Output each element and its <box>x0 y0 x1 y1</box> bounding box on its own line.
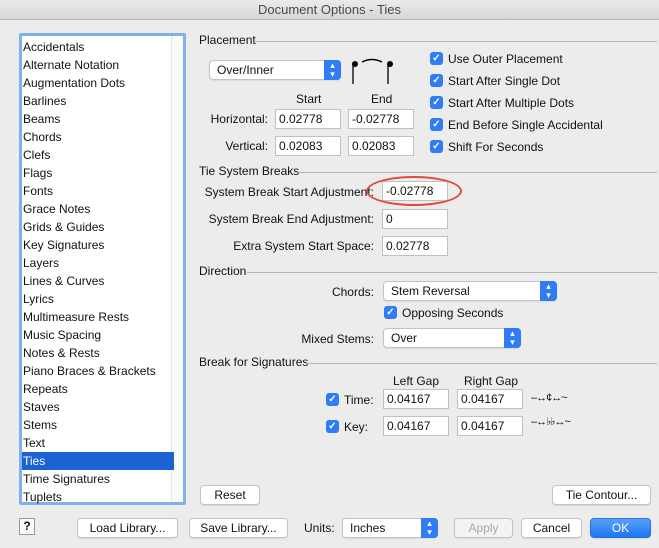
placement-divider <box>255 41 657 42</box>
horizontal-end-field[interactable]: -0.02778 <box>348 109 414 129</box>
mixed-stems-popup[interactable]: Over ▴ ▾ <box>383 328 521 348</box>
sidebar-item-piano-braces-brackets[interactable]: Piano Braces & Brackets <box>22 362 174 380</box>
sidebar-item-chords[interactable]: Chords <box>22 128 174 146</box>
vertical-end-field[interactable]: 0.02083 <box>348 136 414 156</box>
placement-checkbox[interactable]: ✓ <box>430 96 443 109</box>
opposing-seconds-label: Opposing Seconds <box>402 306 504 320</box>
time-checkbox[interactable]: ✓ <box>326 393 339 406</box>
title-bar: Document Options - Ties <box>0 0 659 20</box>
sidebar-item-lyrics[interactable]: Lyrics <box>22 290 174 308</box>
sidebar-item-tuplets[interactable]: Tuplets <box>22 488 174 506</box>
sidebar-item-layers[interactable]: Layers <box>22 254 174 272</box>
direction-section-title: Direction <box>199 264 247 278</box>
mixed-stems-popup-value: Over <box>391 331 418 345</box>
key-left-gap-field[interactable]: 0.04167 <box>383 416 449 436</box>
sidebar-item-barlines[interactable]: Barlines <box>22 92 174 110</box>
placement-checkbox-label: Shift For Seconds <box>448 140 544 154</box>
sidebar-item-repeats[interactable]: Repeats <box>22 380 174 398</box>
highlight-circle <box>366 176 462 206</box>
sidebar-item-text[interactable]: Text <box>22 434 174 452</box>
sidebar-item-flags[interactable]: Flags <box>22 164 174 182</box>
save-library-button[interactable]: Save Library... <box>189 518 288 538</box>
sidebar-item-time-signatures[interactable]: Time Signatures <box>22 470 174 488</box>
help-button[interactable]: ? <box>19 518 35 535</box>
sidebar-item-key-signatures[interactable]: Key Signatures <box>22 236 174 254</box>
sidebar-item-clefs[interactable]: Clefs <box>22 146 174 164</box>
sidebar-item-fonts[interactable]: Fonts <box>22 182 174 200</box>
apply-button[interactable]: Apply <box>454 518 513 538</box>
time-signature-gap-icon: –↔¢↔~ <box>531 392 568 404</box>
sidebar-item-stems[interactable]: Stems <box>22 416 174 434</box>
placement-popup-value: Over/Inner <box>217 63 274 77</box>
horizontal-start-field[interactable]: 0.02778 <box>275 109 341 129</box>
sidebar-item-accidentals[interactable]: Accidentals <box>22 38 174 56</box>
key-signature-gap-icon: –↔♭♭↔~ <box>531 416 571 428</box>
direction-divider <box>247 272 657 273</box>
cancel-button[interactable]: Cancel <box>521 518 582 538</box>
breaks-divider <box>298 172 657 173</box>
key-checkbox[interactable]: ✓ <box>326 420 339 433</box>
sidebar-item-lines-curves[interactable]: Lines & Curves <box>22 272 174 290</box>
sidebar-item-notes-rests[interactable]: Notes & Rests <box>22 344 174 362</box>
tie-contour-button[interactable]: Tie Contour... <box>552 485 651 505</box>
placement-section-title: Placement <box>199 33 256 47</box>
break-start-label: System Break Start Adjustment: <box>204 185 374 199</box>
sidebar-item-augmentation-dots[interactable]: Augmentation Dots <box>22 74 174 92</box>
right-gap-header: Right Gap <box>464 374 519 388</box>
placement-checkbox[interactable]: ✓ <box>430 52 443 65</box>
chords-popup-value: Stem Reversal <box>391 284 470 298</box>
reset-button[interactable]: Reset <box>200 485 260 505</box>
opposing-seconds-checkbox[interactable]: ✓ <box>384 306 397 319</box>
chords-label: Chords: <box>331 285 374 299</box>
sidebar-item-ties[interactable]: Ties <box>22 452 174 470</box>
placement-checkbox-label: Start After Single Dot <box>448 74 561 88</box>
break-end-field[interactable]: 0 <box>382 209 448 229</box>
end-header: End <box>371 92 393 106</box>
breaks-section-title: Tie System Breaks <box>199 164 300 178</box>
category-list[interactable]: Accidentals Alternate Notation Augmentatio… <box>19 33 186 505</box>
units-label: Units: <box>304 521 335 535</box>
ok-button[interactable]: OK <box>590 518 651 538</box>
units-popup[interactable]: Inches ▴ ▾ <box>342 518 438 538</box>
mixed-stems-label: Mixed Stems: <box>301 332 374 346</box>
signatures-section-title: Break for Signatures <box>199 355 309 369</box>
break-end-label: System Break End Adjustment: <box>208 212 374 226</box>
vertical-label: Vertical: <box>225 139 268 153</box>
placement-checkbox-label: Start After Multiple Dots <box>448 96 575 110</box>
tie-preview-icon <box>352 58 393 84</box>
placement-checkbox-label: Use Outer Placement <box>448 52 563 66</box>
placement-checkbox[interactable]: ✓ <box>430 118 443 131</box>
vertical-start-field[interactable]: 0.02083 <box>275 136 341 156</box>
placement-checkbox[interactable]: ✓ <box>430 140 443 153</box>
start-header: Start <box>296 92 322 106</box>
sidebar-item-beams[interactable]: Beams <box>22 110 174 128</box>
time-left-gap-field[interactable]: 0.04167 <box>383 389 449 409</box>
signatures-divider <box>306 363 657 364</box>
key-right-gap-field[interactable]: 0.04167 <box>457 416 523 436</box>
horizontal-label: Horizontal: <box>210 112 268 126</box>
time-right-gap-field[interactable]: 0.04167 <box>457 389 523 409</box>
left-gap-header: Left Gap <box>393 374 440 388</box>
chords-popup[interactable]: Stem Reversal ▴ ▾ <box>383 281 557 301</box>
popup-arrows-icon: ▴ ▾ <box>540 281 557 301</box>
key-label: Key: <box>344 420 369 434</box>
placement-checkbox[interactable]: ✓ <box>430 74 443 87</box>
sidebar-item-grace-notes[interactable]: Grace Notes <box>22 200 174 218</box>
extra-space-field[interactable]: 0.02778 <box>382 236 448 256</box>
sidebar-item-grids-guides[interactable]: Grids & Guides <box>22 218 174 236</box>
load-library-button[interactable]: Load Library... <box>77 518 178 538</box>
time-label: Time: <box>344 393 374 407</box>
sidebar-item-alternate-notation[interactable]: Alternate Notation <box>22 56 174 74</box>
extra-space-label: Extra System Start Space: <box>233 239 374 253</box>
sidebar-item-staves[interactable]: Staves <box>22 398 174 416</box>
sidebar-item-music-spacing[interactable]: Music Spacing <box>22 326 174 344</box>
popup-arrows-icon: ▴ ▾ <box>504 328 521 348</box>
units-popup-value: Inches <box>350 521 386 535</box>
sidebar-item-multimeasure-rests[interactable]: Multimeasure Rests <box>22 308 174 326</box>
placement-popup[interactable]: Over/Inner ▴ ▾ <box>209 60 341 80</box>
placement-checkbox-label: End Before Single Accidental <box>448 118 603 132</box>
popup-arrows-icon: ▴ ▾ <box>324 60 341 80</box>
popup-arrows-icon: ▴ ▾ <box>421 518 438 538</box>
